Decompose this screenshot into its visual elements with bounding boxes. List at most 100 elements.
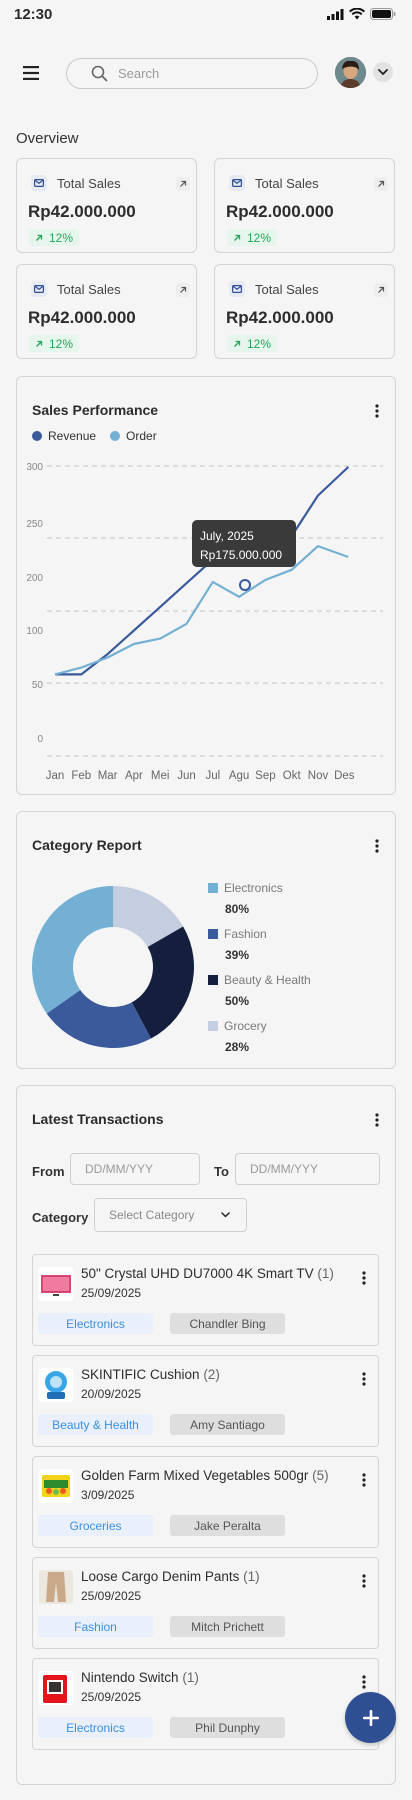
beauty-swatch: [208, 975, 218, 985]
category-report-title: Category Report: [32, 837, 142, 853]
stat-change-badge: 12%: [29, 229, 80, 246]
from-date-input[interactable]: [70, 1153, 200, 1185]
x-tick-label: Feb: [71, 770, 91, 782]
stat-label: Total Sales: [57, 175, 121, 191]
sales-line-chart[interactable]: 300 250 200 100 50 0 Jan Feb Mar Apr Mei Jun Jul Agu S…: [17, 462, 395, 792]
x-tick-label: Mei: [151, 770, 170, 782]
sales-legend: Revenue Order: [32, 429, 157, 443]
stat-card[interactable]: Total Sales Rp42.000.000 12%: [16, 264, 197, 359]
transaction-category-tag: Beauty & Health: [38, 1414, 153, 1435]
trend-up-icon: [234, 340, 241, 347]
transaction-more-button[interactable]: [358, 1470, 370, 1490]
category-filter-label: Category: [32, 1210, 89, 1225]
transaction-more-button[interactable]: [358, 1268, 370, 1288]
transaction-row[interactable]: Golden Farm Mixed Vegetables 500gr (5) 3…: [32, 1456, 379, 1548]
stat-card[interactable]: Total Sales Rp42.000.000 12%: [214, 264, 395, 359]
arrow-up-right-icon[interactable]: [374, 283, 388, 297]
y-tick-label: 0: [37, 734, 43, 745]
y-tick-label: 100: [26, 626, 43, 637]
transaction-product: 50" Crystal UHD DU7000 4K Smart TV (1): [81, 1266, 334, 1281]
x-tick-label: Des: [334, 770, 355, 782]
category-legend-item: Grocery 28%: [208, 1019, 267, 1054]
transaction-more-button[interactable]: [358, 1369, 370, 1389]
transactions-more-button[interactable]: [369, 1110, 385, 1130]
more-vertical-icon: [362, 1271, 366, 1285]
top-bar: [16, 56, 396, 90]
to-date-input[interactable]: [235, 1153, 380, 1185]
search-bar[interactable]: [66, 57, 318, 89]
arrow-up-right-icon[interactable]: [176, 283, 190, 297]
transaction-customer: Jake Peralta: [170, 1515, 285, 1536]
grocery-swatch: [208, 1021, 218, 1031]
transaction-customer: Chandler Bing: [170, 1313, 285, 1334]
category-name: Beauty & Health: [224, 973, 311, 987]
category-name: Fashion: [224, 927, 267, 941]
more-vertical-icon: [375, 839, 379, 853]
transaction-date: 3/09/2025: [81, 1488, 135, 1502]
tooltip-date: July, 2025: [200, 529, 254, 543]
y-tick-label: 300: [26, 462, 43, 473]
mail-icon: [31, 281, 47, 297]
account-dropdown-button[interactable]: [373, 62, 393, 82]
transaction-category-tag: Fashion: [38, 1616, 153, 1637]
stat-header: Total Sales: [31, 281, 121, 297]
transaction-row[interactable]: 50" Crystal UHD DU7000 4K Smart TV (1) 2…: [32, 1254, 379, 1346]
transaction-product: SKINTIFIC Cushion (2): [81, 1367, 220, 1382]
transaction-date: 20/09/2025: [81, 1387, 142, 1401]
x-tick-label: Apr: [125, 770, 143, 782]
pants-thumbnail: [39, 1570, 73, 1604]
switch-thumbnail: [39, 1671, 73, 1705]
transaction-row[interactable]: Nintendo Switch (1) 25/09/2025 Electroni…: [32, 1658, 379, 1750]
category-pct: 50%: [225, 994, 250, 1008]
highlight-point: [239, 579, 251, 591]
x-tick-label: Jan: [46, 770, 65, 782]
mail-icon: [31, 175, 47, 191]
add-button[interactable]: [345, 1692, 396, 1743]
overview-title: Overview: [16, 130, 79, 147]
transaction-row[interactable]: SKINTIFIC Cushion (2) 20/09/2025 Beauty …: [32, 1355, 379, 1447]
more-vertical-icon: [362, 1473, 366, 1487]
transaction-customer: Phil Dunphy: [170, 1717, 285, 1738]
sales-more-button[interactable]: [369, 401, 385, 421]
transaction-product: Golden Farm Mixed Vegetables 500gr (5): [81, 1468, 329, 1483]
legend-revenue: Revenue: [32, 429, 96, 443]
menu-button[interactable]: [16, 58, 46, 88]
stat-value: Rp42.000.000: [226, 202, 334, 221]
arrow-up-right-icon[interactable]: [176, 177, 190, 191]
stat-card[interactable]: Total Sales Rp42.000.000 12%: [16, 158, 197, 253]
category-pct: 28%: [225, 1040, 250, 1054]
category-report-panel: Category Report Electronics 80% Fashion …: [16, 811, 396, 1069]
transaction-date: 25/09/2025: [81, 1589, 142, 1603]
stat-change-badge: 12%: [227, 229, 278, 246]
electronics-swatch: [208, 883, 218, 893]
transaction-product: Loose Cargo Denim Pants (1): [81, 1569, 260, 1584]
transaction-more-button[interactable]: [358, 1672, 370, 1692]
category-more-button[interactable]: [369, 836, 385, 856]
stat-label: Total Sales: [255, 175, 319, 191]
legend-order: Order: [110, 429, 157, 443]
search-input[interactable]: [118, 65, 288, 81]
avatar[interactable]: [335, 57, 366, 88]
stat-value: Rp42.000.000: [28, 308, 136, 327]
stat-value: Rp42.000.000: [28, 202, 136, 221]
category-select[interactable]: Select Category: [94, 1198, 247, 1232]
mail-icon: [229, 281, 245, 297]
stat-header: Total Sales: [229, 175, 319, 191]
electronics-slice[interactable]: [32, 886, 114, 1014]
category-legend-item: Electronics 80%: [208, 881, 283, 916]
transaction-row[interactable]: Loose Cargo Denim Pants (1) 25/09/2025 F…: [32, 1557, 379, 1649]
transaction-more-button[interactable]: [358, 1571, 370, 1591]
arrow-up-right-icon[interactable]: [374, 177, 388, 191]
stat-label: Total Sales: [255, 281, 319, 297]
transaction-category-tag: Electronics: [38, 1717, 153, 1738]
transaction-date: 25/09/2025: [81, 1286, 142, 1300]
tooltip-value: Rp175.000.000: [200, 548, 283, 562]
latest-transactions-panel: Latest Transactions From To Category Sel…: [16, 1085, 396, 1785]
tv-thumbnail: [39, 1267, 73, 1301]
more-vertical-icon: [375, 404, 379, 418]
category-donut-chart[interactable]: [32, 886, 194, 1048]
stat-card[interactable]: Total Sales Rp42.000.000 12%: [214, 158, 395, 253]
search-icon: [91, 65, 108, 81]
x-tick-label: Jun: [177, 770, 196, 782]
y-tick-label: 50: [32, 680, 44, 691]
